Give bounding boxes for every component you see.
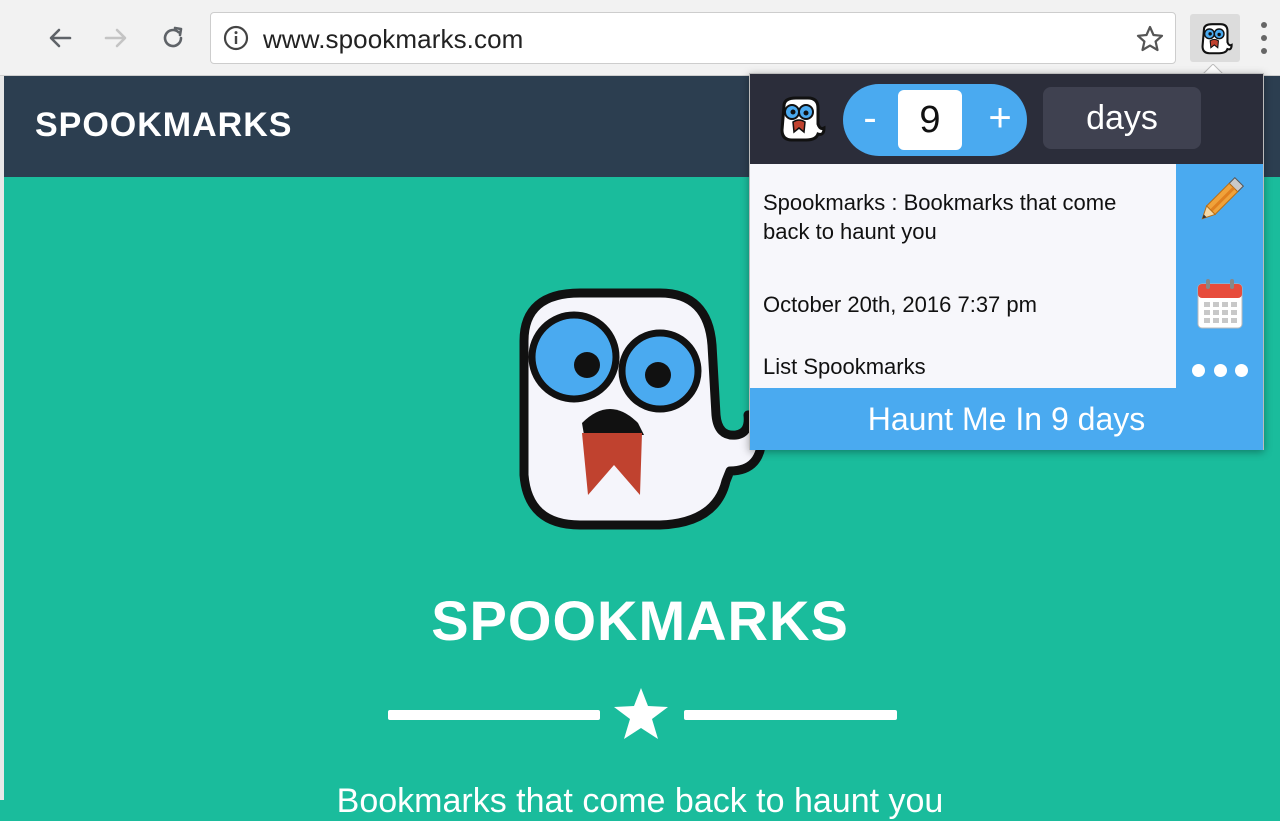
- info-icon[interactable]: [223, 25, 249, 51]
- hero-title: SPOOKMARKS: [431, 589, 849, 652]
- browser-toolbar: www.spookmarks.com: [0, 0, 1280, 76]
- bookmark-date[interactable]: October 20th, 2016 7:37 pm: [763, 292, 1037, 318]
- site-brand[interactable]: SPOOKMARKS: [35, 106, 292, 145]
- divider-line-left: [388, 710, 600, 720]
- address-bar[interactable]: www.spookmarks.com: [210, 12, 1176, 64]
- more-dot: [1235, 364, 1248, 377]
- ghost-icon: [780, 96, 826, 142]
- hero-tagline: Bookmarks that come back to haunt you: [336, 782, 944, 820]
- more-dot: [1213, 364, 1227, 377]
- menu-dot: [1261, 35, 1267, 41]
- bookmark-details: Spookmarks : Bookmarks that come back to…: [750, 164, 1176, 388]
- duration-input[interactable]: 9: [898, 90, 962, 150]
- list-spookmarks-link[interactable]: List Spookmarks: [763, 354, 926, 380]
- increment-button[interactable]: +: [975, 94, 1025, 144]
- more-dot: [1192, 364, 1205, 377]
- popup-header: - 9 + days: [750, 74, 1263, 164]
- reload-button[interactable]: [155, 20, 191, 56]
- popup-side-actions: [1176, 164, 1263, 390]
- hero-ghost-illustration: [519, 288, 767, 530]
- star-icon: [614, 688, 668, 739]
- menu-dot: [1261, 48, 1267, 54]
- duration-stepper: - 9 +: [843, 84, 1027, 156]
- pencil-icon[interactable]: [1193, 174, 1247, 228]
- back-arrow-icon: [49, 28, 72, 48]
- spookmarks-extension-button[interactable]: [1190, 14, 1240, 62]
- back-button[interactable]: [42, 20, 78, 56]
- forward-button[interactable]: [98, 20, 134, 56]
- ghost-icon: [1201, 23, 1233, 55]
- menu-dot: [1261, 22, 1267, 28]
- divider-line-right: [684, 710, 897, 720]
- spookmarks-popup: - 9 + days Spookmarks : Bookmarks that c…: [749, 73, 1264, 450]
- page-border: [0, 76, 4, 800]
- calendar-icon[interactable]: [1196, 278, 1244, 330]
- decrement-button[interactable]: -: [845, 94, 895, 144]
- duration-unit-select[interactable]: days: [1043, 87, 1201, 149]
- bookmark-title[interactable]: Spookmarks : Bookmarks that come back to…: [763, 188, 1168, 246]
- url-text[interactable]: www.spookmarks.com: [263, 25, 523, 53]
- bookmark-star-icon[interactable]: [1135, 24, 1165, 54]
- browser-menu-button[interactable]: [1256, 22, 1272, 54]
- haunt-me-button[interactable]: Haunt Me In 9 days: [750, 388, 1263, 450]
- reload-icon: [163, 26, 183, 48]
- more-options-icon[interactable]: [1192, 364, 1248, 378]
- forward-arrow-icon: [104, 28, 127, 48]
